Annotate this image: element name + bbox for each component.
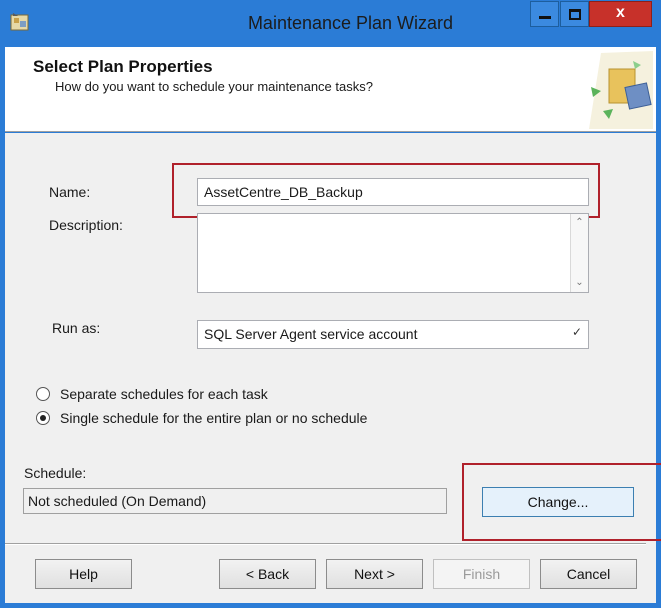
radio-button-separate[interactable] [36,387,50,401]
description-scrollbar[interactable]: ⌃ ⌄ [570,214,588,292]
wizard-banner-icon [589,51,653,129]
scroll-up-icon[interactable]: ⌃ [571,214,588,232]
maximize-button[interactable] [560,1,589,27]
name-label: Name: [49,184,91,200]
page-title: Select Plan Properties [33,57,213,76]
radio-button-single[interactable] [36,411,50,425]
wizard-header: Select Plan Properties How do you want t… [5,47,656,132]
next-button[interactable]: Next > [326,559,423,589]
radio-single-schedule[interactable]: Single schedule for the entire plan or n… [36,410,367,426]
back-button[interactable]: < Back [219,559,316,589]
radio-label-single: Single schedule for the entire plan or n… [60,410,368,426]
cancel-button[interactable]: Cancel [540,559,637,589]
description-label: Description: [49,217,123,233]
radio-separate-schedules[interactable]: Separate schedules for each task [36,386,268,402]
wizard-window: Maintenance Plan Wizard x Select Plan Pr… [0,0,661,608]
run-as-label: Run as: [52,320,101,336]
change-highlight [462,463,661,541]
run-as-select[interactable]: SQL Server Agent service account ✓ [197,320,589,349]
chevron-down-icon: ✓ [571,325,582,339]
name-highlight [172,163,600,218]
help-button[interactable]: Help [35,559,132,589]
minimize-button[interactable] [530,1,559,27]
schedule-label: Schedule: [24,465,87,481]
finish-button: Finish [433,559,530,589]
description-input[interactable]: ⌃ ⌄ [197,213,589,293]
radio-label-separate: Separate schedules for each task [60,386,268,402]
footer-separator [5,543,646,545]
title-bar[interactable]: Maintenance Plan Wizard x [0,0,661,47]
maximize-icon [569,9,581,20]
close-icon: x [616,4,625,21]
run-as-value: SQL Server Agent service account [204,326,418,342]
close-button[interactable]: x [589,1,652,27]
minimize-icon [539,16,551,19]
page-subtitle: How do you want to schedule your mainten… [55,79,373,94]
scroll-down-icon[interactable]: ⌄ [571,274,588,292]
schedule-value: Not scheduled (On Demand) [23,488,447,514]
